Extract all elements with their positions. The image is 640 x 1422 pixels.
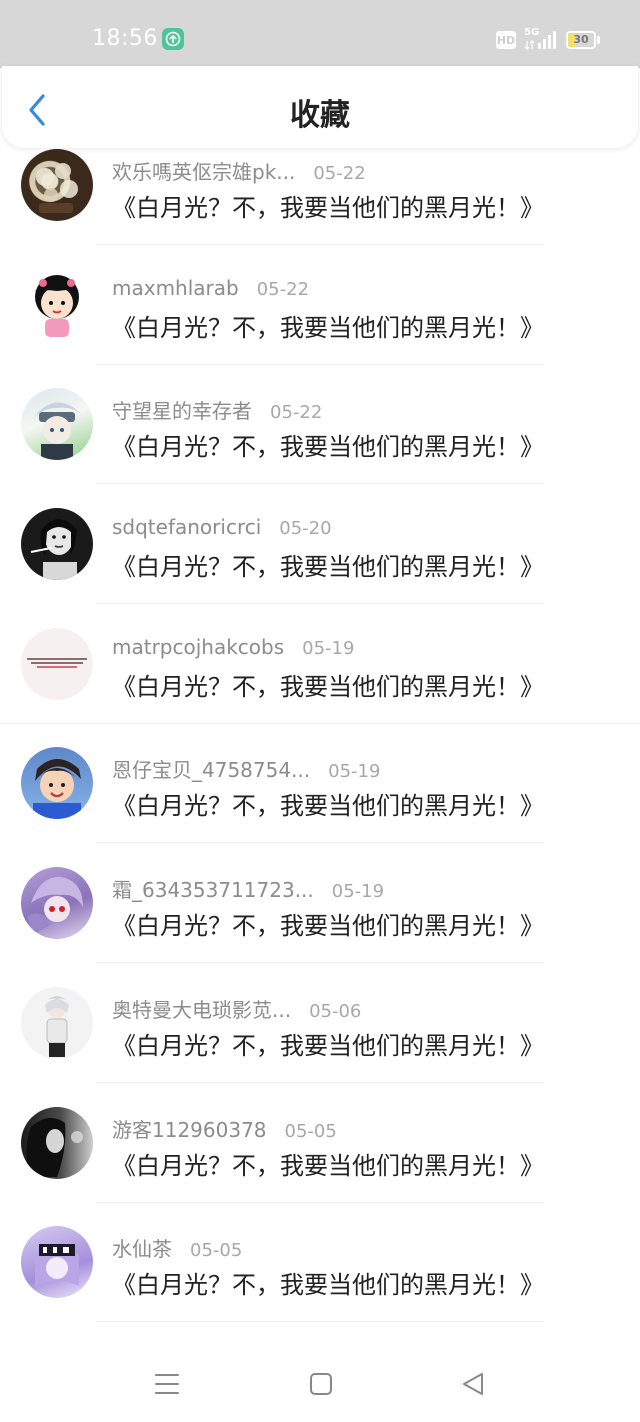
divider — [0, 722, 640, 724]
date: 05-22 — [270, 402, 323, 424]
upload-notification-icon — [162, 28, 184, 50]
date: 05-19 — [302, 637, 355, 659]
divider — [96, 962, 544, 964]
status-bar: 18:56 HD 5G 30 — [0, 0, 640, 68]
divider — [96, 842, 544, 844]
list-item[interactable]: 游客112960378 05-05 《白月光？不，我要当他们的黑月光！》 — [0, 1106, 640, 1226]
nav-menu-button[interactable] — [152, 1369, 182, 1399]
list-item[interactable]: 恩仔宝贝_4758754... 05-19 《白月光？不，我要当他们的黑月光！》 — [0, 746, 640, 866]
avatar[interactable] — [21, 986, 93, 1059]
divider — [96, 1321, 544, 1323]
battery-icon: 30 — [566, 31, 600, 49]
divider — [96, 363, 544, 365]
book-title[interactable]: 《白月光？不，我要当他们的黑月光！》 — [112, 547, 544, 582]
date: 05-22 — [313, 163, 366, 184]
menu-icon — [155, 1374, 179, 1394]
username[interactable]: matrpcojhakcobs — [112, 635, 284, 659]
hd-icon: HD — [496, 31, 516, 49]
date: 05-19 — [328, 761, 381, 783]
avatar[interactable] — [21, 627, 93, 700]
nav-back-button[interactable] — [458, 1369, 488, 1399]
username[interactable]: 奥特曼大电琐影苋... — [112, 994, 291, 1023]
divider — [96, 483, 544, 485]
avatar[interactable] — [21, 508, 93, 581]
date: 05-22 — [256, 278, 310, 300]
book-title[interactable]: 《白月光？不，我要当他们的黑月光！》 — [112, 1026, 544, 1061]
list-item[interactable]: matrpcojhakcobs 05-19 《白月光？不，我要当他们的黑月光！》 — [0, 627, 640, 747]
home-square-icon — [310, 1373, 332, 1395]
book-title[interactable]: 《白月光？不，我要当他们的黑月光！》 — [112, 906, 544, 941]
avatar[interactable] — [21, 1106, 93, 1179]
book-title[interactable]: 《白月光？不，我要当他们的黑月光！》 — [112, 308, 544, 343]
book-title[interactable]: 《白月光？不，我要当他们的黑月光！》 — [112, 1146, 544, 1181]
triangle-back-icon — [463, 1373, 483, 1395]
list-item[interactable]: maxmhlarab 05-22 《白月光？不，我要当他们的黑月光！》 — [0, 268, 640, 388]
username[interactable]: 游客112960378 — [112, 1114, 267, 1143]
page-title: 收藏 — [290, 98, 350, 133]
book-title[interactable]: 《白月光？不，我要当他们的黑月光！》 — [112, 786, 544, 821]
signal-icon: 5G — [524, 27, 558, 51]
book-title[interactable]: 《白月光？不，我要当他们的黑月光！》 — [112, 427, 544, 462]
avatar[interactable] — [21, 747, 93, 820]
header-bar: 收藏 — [2, 66, 638, 148]
book-title[interactable]: 《白月光？不，我要当他们的黑月光！》 — [112, 1265, 544, 1300]
date: 05-06 — [309, 1000, 362, 1022]
divider — [96, 1081, 544, 1083]
username[interactable]: 守望星的幸存者 — [112, 395, 252, 424]
list-item[interactable]: sdqtefanoricrci 05-20 《白月光？不，我要当他们的黑月光！》 — [0, 507, 640, 627]
username[interactable]: 欢乐嗎英伛宗雄pk... — [112, 156, 295, 185]
date: 05-19 — [331, 881, 385, 903]
favorites-list: 欢乐嗎英伛宗雄pk... 05-22 《白月光？不，我要当他们的黑月光！》 ma… — [0, 148, 640, 1345]
book-title[interactable]: 《白月光？不，我要当他们的黑月光！》 — [112, 667, 544, 702]
avatar[interactable] — [21, 388, 93, 461]
username[interactable]: 水仙茶 — [112, 1233, 172, 1262]
list-item[interactable]: 奥特曼大电琐影苋... 05-06 《白月光？不，我要当他们的黑月光！》 — [0, 986, 640, 1106]
date: 05-05 — [284, 1120, 337, 1142]
list-item[interactable]: 水仙茶 05-05 《白月光？不，我要当他们的黑月光！》 — [0, 1225, 640, 1345]
divider — [96, 1201, 544, 1203]
list-item[interactable]: 守望星的幸存者 05-22 《白月光？不，我要当他们的黑月光！》 — [0, 387, 640, 507]
username[interactable]: sdqtefanoricrci — [112, 515, 261, 539]
username[interactable]: maxmhlarab — [112, 276, 239, 300]
username[interactable]: 恩仔宝贝_4758754... — [112, 754, 310, 783]
avatar[interactable] — [21, 867, 93, 940]
date: 05-05 — [190, 1240, 243, 1262]
divider — [96, 603, 544, 605]
nav-home-button[interactable] — [306, 1369, 336, 1399]
system-nav-bar — [0, 1345, 640, 1422]
username[interactable]: 霜_634353711723... — [112, 874, 314, 903]
divider — [96, 244, 544, 245]
avatar[interactable] — [21, 268, 93, 341]
book-title[interactable]: 《白月光？不，我要当他们的黑月光！》 — [112, 188, 544, 223]
avatar[interactable] — [21, 1226, 93, 1299]
avatar[interactable] — [21, 149, 93, 221]
date: 05-20 — [279, 518, 332, 540]
list-item[interactable]: 霜_634353711723... 05-19 《白月光？不，我要当他们的黑月光… — [0, 866, 640, 986]
list-item[interactable]: 欢乐嗎英伛宗雄pk... 05-22 《白月光？不，我要当他们的黑月光！》 — [0, 148, 640, 268]
status-time: 18:56 — [92, 26, 158, 51]
